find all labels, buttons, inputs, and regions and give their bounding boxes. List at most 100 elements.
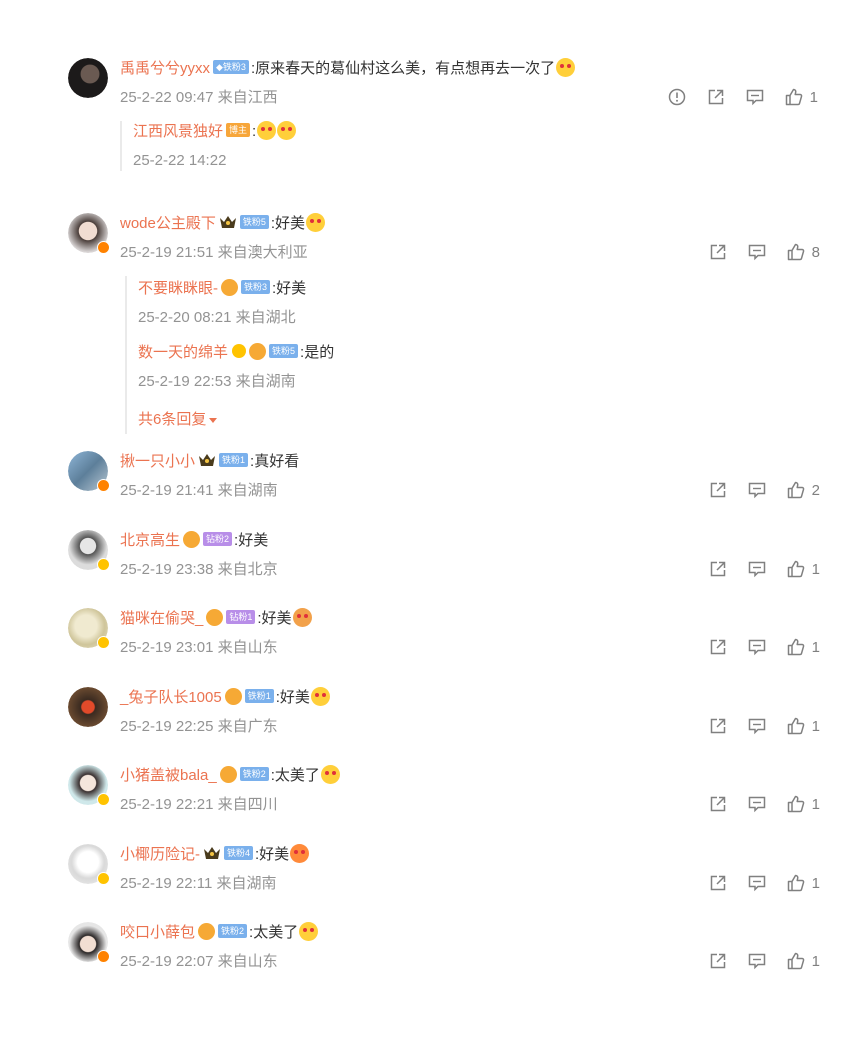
username[interactable]: 北京高生 [120,532,180,549]
comment-icon [748,244,765,261]
verified-badge-icon [97,479,110,492]
like-button[interactable]: 1 [786,559,820,579]
username[interactable]: _兔子队长1005 [120,689,222,706]
reply-button[interactable] [747,480,767,500]
cat-emoji-icon [290,843,310,863]
like-button[interactable]: 1 [784,87,818,107]
like-icon [787,874,804,892]
share-button[interactable] [708,242,728,262]
like-button[interactable]: 2 [786,480,820,500]
avatar[interactable] [68,687,108,727]
comment-actions: 1 [689,558,820,580]
like-icon [787,481,804,499]
reply-button[interactable] [745,87,765,107]
like-count: 1 [811,874,820,892]
like-button[interactable]: 1 [786,716,820,736]
more-replies-link[interactable]: 共6条回复 [138,408,218,429]
medal-icon [249,342,267,360]
reply-button[interactable] [747,559,767,579]
verified-badge-icon [97,793,110,806]
share-button[interactable] [708,951,728,971]
comment-icon [748,639,765,656]
username[interactable]: 小椰历险记- [120,846,200,863]
like-button[interactable]: 8 [786,242,820,262]
comment-actions: 1 [689,715,820,737]
username[interactable]: 咬口小薛包 [120,924,195,941]
crown-icon [199,454,216,467]
comment-icon [748,718,765,735]
share-icon [710,244,725,260]
reply-button[interactable] [747,716,767,736]
comment-text: :原来春天的葛仙村这么美，有点想再去一次了 [250,60,556,77]
share-button[interactable] [708,873,728,893]
comment-text: :真好看 [250,453,300,470]
reply-username[interactable]: 不要眯眯眼- [138,280,218,297]
reply-text: : [252,123,257,140]
like-count: 1 [811,560,820,578]
medal-icon [183,530,201,548]
share-button[interactable] [706,87,726,107]
username[interactable]: wode公主殿下 [120,215,216,232]
share-icon [710,639,725,655]
like-count: 2 [811,481,820,499]
heart-eyes-emoji-icon [320,764,340,784]
verified-badge-icon [97,950,110,963]
verified-check-icon [232,344,247,359]
reply-meta: 25-2-20 08:21 来自湖北 [138,309,296,326]
like-icon [787,717,804,735]
share-button[interactable] [708,559,728,579]
reply-button[interactable] [747,873,767,893]
fan-badge: 钻粉2 [203,532,233,547]
fan-badge: 铁粉1 [219,453,249,468]
comment-actions: 1 [648,86,818,108]
username[interactable]: 禹禹兮兮yyxx [120,60,210,77]
reply-button[interactable] [747,242,767,262]
reply-text: :是的 [300,344,335,361]
medal-icon [219,765,237,783]
fan-badge: 铁粉5 [239,215,269,230]
reply-button[interactable] [747,637,767,657]
reply-meta: 25-2-22 14:22 [133,152,227,169]
like-button[interactable]: 1 [786,873,820,893]
like-icon [785,88,802,106]
fan-badge: ◆铁粉3 [213,60,249,75]
comment-text: :好美 [234,532,269,549]
reply-meta: 25-2-19 22:53 来自湖南 [138,373,296,390]
verified-badge-icon [97,241,110,254]
reply-item: 不要眯眯眼- 铁粉3:好美 25-2-20 08:21 来自湖北 [138,278,306,329]
reply-username[interactable]: 数一天的绵羊 [138,344,228,361]
verified-badge-icon [97,636,110,649]
comment-actions: 2 [689,479,820,501]
username[interactable]: 小猪盖被bala_ [120,767,217,784]
reply-username[interactable]: 江西风景独好 [133,123,223,140]
share-button[interactable] [708,480,728,500]
username[interactable]: 猫咪在偷哭_ [120,610,203,627]
like-button[interactable]: 1 [786,794,820,814]
share-icon [710,561,725,577]
crying-face-emoji-icon [556,57,576,77]
smile-emoji-icon [306,212,326,232]
share-button[interactable] [708,716,728,736]
username[interactable]: 揪一只小小 [120,453,195,470]
avatar[interactable] [68,58,108,98]
fan-badge: 铁粉4 [224,846,254,861]
fan-badge: 铁粉1 [244,689,274,704]
share-button[interactable] [708,794,728,814]
party-emoji-icon [257,120,277,140]
comment-text: :好美 [275,689,310,706]
reply-button[interactable] [747,951,767,971]
reply-button[interactable] [747,794,767,814]
fan-badge: 铁粉2 [218,924,248,939]
like-button[interactable]: 1 [786,637,820,657]
share-icon [710,796,725,812]
like-icon [787,560,804,578]
reply-item: 江西风景独好 博主: 25-2-22 14:22 [133,120,297,172]
like-icon [787,638,804,656]
like-button[interactable]: 1 [786,951,820,971]
verified-badge-icon [97,558,110,571]
share-icon [710,953,725,969]
like-count: 8 [811,243,820,261]
report-button[interactable] [667,87,687,107]
share-button[interactable] [708,637,728,657]
medal-icon [221,278,238,296]
